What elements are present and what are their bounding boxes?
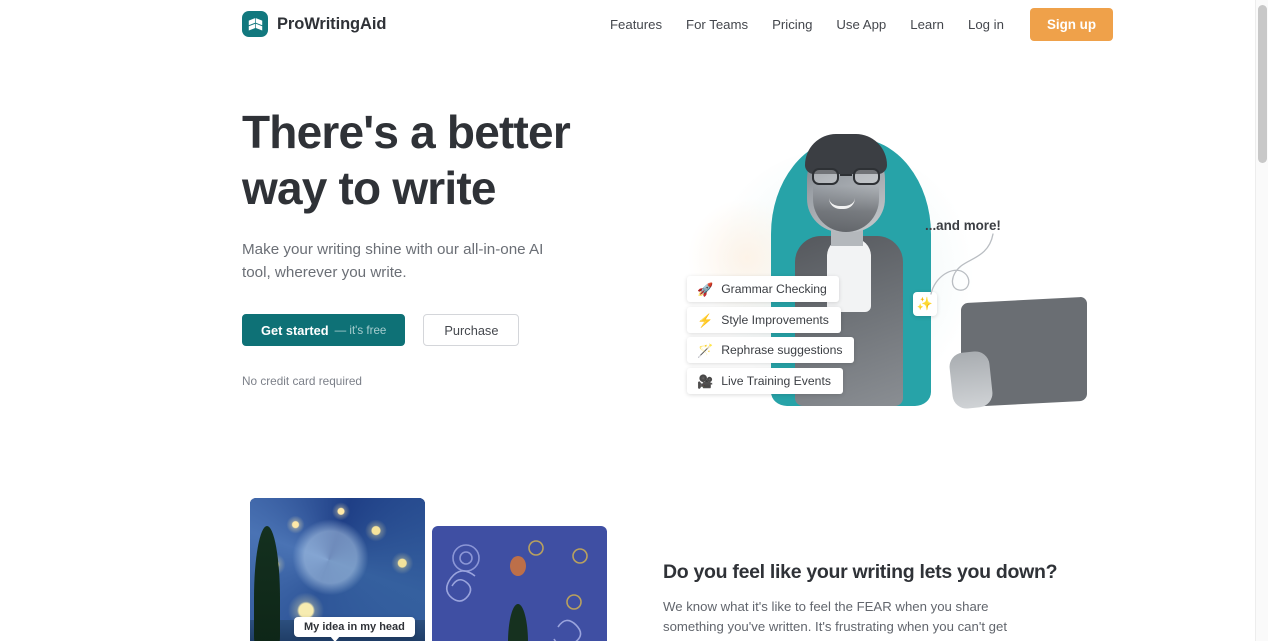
page-scrollbar[interactable] [1255,0,1268,641]
feature-pill-training: 🎥 Live Training Events [687,368,843,394]
main-nav: Features For Teams Pricing Use App Learn… [598,7,1114,41]
nav-for-teams[interactable]: For Teams [674,11,760,38]
hero-section: There's a better way to write Make your … [0,48,1255,468]
starry-night-canvas: My idea in my head [250,498,425,641]
nav-features[interactable]: Features [598,11,674,38]
section2-copy: Do you feel like your writing lets you d… [663,561,1058,641]
get-started-sublabel: — it's free [334,323,387,337]
hero-actions: Get started — it's free Purchase [242,314,642,346]
idea-caption: My idea in my head [294,617,415,641]
sketch-canvas [432,526,607,641]
book-pages-icon [242,11,268,37]
feature-pill-grammar: 🚀 Grammar Checking [687,276,839,302]
feature-pill-label: Rephrase suggestions [721,343,843,357]
purchase-button[interactable]: Purchase [423,314,520,346]
scrollbar-thumb[interactable] [1258,5,1267,163]
and-more-annotation: ...and more! [925,218,1001,233]
sign-up-button[interactable]: Sign up [1029,7,1114,41]
section2-body: We know what it's like to feel the FEAR … [663,599,1008,641]
feature-pill-label: Live Training Events [721,374,831,388]
page-viewport: ProWritingAid Features For Teams Pricing… [0,0,1255,641]
get-started-button[interactable]: Get started — it's free [242,314,406,346]
get-started-label: Get started [261,322,329,338]
hand [948,350,994,410]
site-header: ProWritingAid Features For Teams Pricing… [0,0,1255,48]
hero-subtitle: Make your writing shine with our all-in-… [242,241,544,281]
idea-vs-reality-illustration: My idea in my head [250,498,630,641]
hero-title: There's a better way to write [242,104,642,216]
feature-pill-style: ⚡ Style Improvements [687,307,841,333]
section2-title: Do you feel like your writing lets you d… [663,561,1058,583]
hero-illustration: 🚀 Grammar Checking ⚡ Style Improvements … [655,108,1097,448]
lightning-icon: ⚡ [697,312,714,328]
hero-copy: There's a better way to write Make your … [242,104,642,388]
glasses-icon [811,168,881,185]
nav-log-in[interactable]: Log in [956,11,1016,38]
magic-wand-icon: 🪄 [697,342,714,358]
hero-title-line-1: There's a better [242,106,571,158]
hero-title-line-2: way to write [242,162,496,214]
nav-pricing[interactable]: Pricing [760,11,824,38]
feature-pill-label: Grammar Checking [721,282,827,296]
video-camera-icon: 🎥 [697,373,714,389]
brand-logo-link[interactable]: ProWritingAid [242,11,386,37]
feature-pill-rephrase: 🪄 Rephrase suggestions [687,337,855,363]
writing-lets-you-down-section: My idea in my head Do you feel like your… [0,468,1255,641]
feature-pill-label: Style Improvements [721,313,829,327]
nav-learn[interactable]: Learn [898,11,956,38]
rocket-icon: 🚀 [697,281,714,297]
squiggle-arrow-icon [930,233,994,295]
person-photo [765,120,1097,418]
no-credit-card-note: No credit card required [242,374,362,388]
brand-name: ProWritingAid [277,14,387,33]
nav-use-app[interactable]: Use App [824,11,898,38]
